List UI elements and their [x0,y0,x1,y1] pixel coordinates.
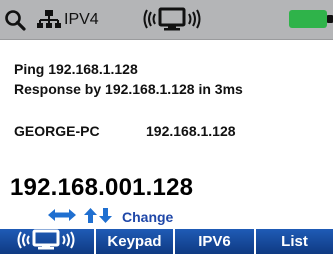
host-ip: 192.168.1.128 [146,123,236,139]
left-arrow-icon [48,208,62,227]
battery-icon [289,9,333,34]
list-softkey[interactable]: List [256,229,333,254]
ping-response-text: Response by 192.168.1.128 in 3ms [14,81,243,97]
down-arrow-icon [99,208,112,228]
wifi-softkey[interactable] [0,229,96,254]
ip-address-input[interactable]: 192.168.001.128 [10,174,193,202]
network-icon [37,9,61,36]
host-name: GEORGE-PC [14,123,100,139]
wifi-icon [16,229,78,254]
wifi-icon [142,6,204,37]
ipv6-softkey[interactable]: IPV6 [175,229,256,254]
ping-status-text: Ping 192.168.1.128 [14,61,138,77]
keypad-softkey[interactable]: Keypad [96,229,175,254]
up-arrow-icon [84,208,97,228]
right-arrow-icon [62,208,76,227]
softkey-bar: Keypad IPV6 List [0,229,333,254]
status-bar: IPV4 [0,0,333,40]
change-hint-label: Change [122,209,174,225]
protocol-label: IPV4 [64,11,99,28]
search-icon[interactable] [4,9,30,36]
